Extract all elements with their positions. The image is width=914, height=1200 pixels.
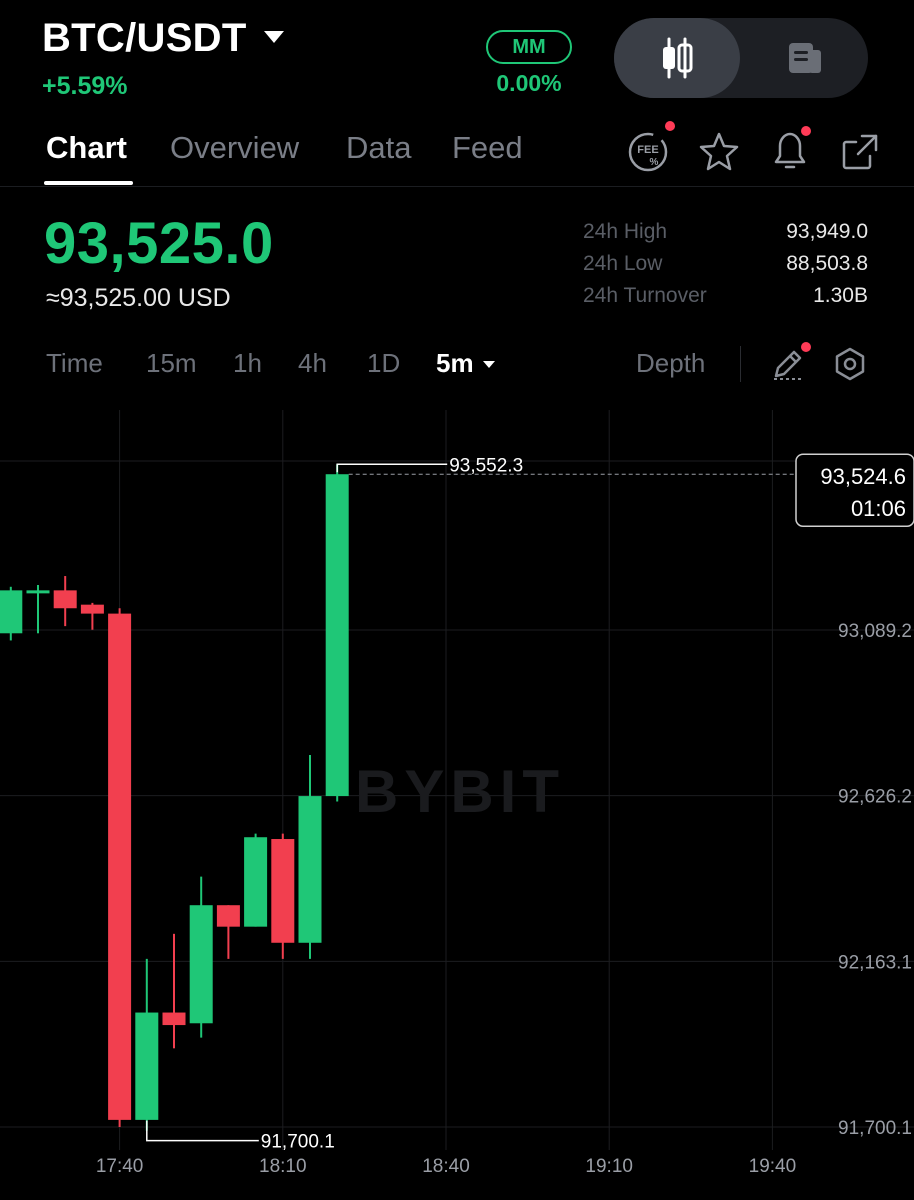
candlestick-chart[interactable]: BYBIT 91,700.1 92,163.1 92,626.2 93,089.2 1…: [0, 410, 914, 1200]
candle: [298, 754, 322, 959]
pencil-icon: [774, 350, 802, 380]
candle-body: [216, 905, 240, 927]
fee-icon-percent: %: [650, 157, 659, 168]
candle: [53, 576, 77, 627]
candle-body: [298, 796, 322, 943]
candle-body: [0, 590, 23, 634]
share-button[interactable]: [838, 130, 882, 174]
draw-button[interactable]: [770, 346, 806, 382]
mm-value: 0.00%: [496, 70, 562, 96]
timeframe-5m[interactable]: 5m: [436, 348, 474, 379]
fee-icon-text: FEE: [637, 144, 658, 156]
stat-value-high: 93,949.0: [786, 220, 868, 243]
low-marker-line: [146, 1120, 259, 1142]
active-tab-indicator: [44, 181, 133, 185]
candle: [108, 608, 132, 1127]
candle-body: [325, 474, 349, 797]
share-icon: [842, 134, 878, 170]
candle-body: [80, 604, 104, 614]
price-change-percent: +5.59%: [42, 72, 128, 100]
last-price-usd: ≈93,525.00 USD: [46, 284, 231, 312]
timeframe-time[interactable]: Time: [46, 348, 103, 379]
timeframe-1d[interactable]: 1D: [367, 348, 400, 379]
y-tick-label: 92,626.2: [838, 787, 912, 808]
candle: [216, 905, 240, 959]
stat-label-low: 24h Low: [583, 252, 663, 275]
y-tick-label: 92,163.1: [838, 952, 912, 973]
x-tick-label: 19:40: [749, 1156, 797, 1177]
low-marker-label: 91,700.1: [261, 1132, 335, 1153]
tab-overview[interactable]: Overview: [170, 130, 299, 166]
last-price: 93,525.0: [44, 211, 274, 276]
tab-chart[interactable]: Chart: [46, 130, 127, 166]
candle: [244, 833, 268, 927]
high-marker-label: 93,552.3: [449, 455, 523, 476]
toolbar-separator: [740, 346, 741, 382]
y-axis: 91,700.1 92,163.1 92,626.2 93,089.2: [838, 621, 912, 1139]
draw-notification-dot: [801, 342, 811, 352]
candle: [189, 876, 213, 1038]
star-icon: [699, 132, 739, 171]
x-tick-label: 18:10: [259, 1156, 307, 1177]
view-toggle-chart[interactable]: [614, 18, 740, 98]
candle-body: [26, 590, 50, 594]
candle-body: [271, 839, 295, 943]
mm-badge[interactable]: MM: [486, 30, 572, 64]
x-tick-label: 18:40: [422, 1156, 470, 1177]
candle-body: [244, 837, 268, 927]
tab-divider: [0, 186, 914, 187]
settings-hexagon-icon: [835, 347, 865, 381]
candle: [26, 584, 50, 634]
x-tick-label: 17:40: [96, 1156, 144, 1177]
candle: [162, 933, 186, 1049]
favorite-button[interactable]: [697, 130, 741, 174]
candle-body: [108, 613, 132, 1120]
stat-label-turnover: 24h Turnover: [583, 284, 707, 307]
candle: [0, 586, 23, 641]
candles: [0, 464, 349, 1131]
fee-button[interactable]: FEE %: [626, 130, 670, 174]
y-tick-label: 93,089.2: [838, 621, 912, 642]
depth-button[interactable]: Depth: [636, 348, 705, 379]
x-tick-label: 19:10: [585, 1156, 633, 1177]
candle: [325, 464, 349, 802]
candle: [80, 602, 104, 630]
candlestick-icon: [663, 37, 693, 79]
candle-countdown: 01:06: [851, 496, 906, 521]
timeframe-1h[interactable]: 1h: [233, 348, 262, 379]
alert-notification-dot: [801, 126, 811, 136]
chart-settings-button[interactable]: [832, 346, 868, 382]
stat-value-turnover: 1.30B: [813, 284, 868, 307]
candle: [271, 833, 295, 959]
timeframe-15m[interactable]: 15m: [146, 348, 197, 379]
y-tick-label: 91,700.1: [838, 1118, 912, 1139]
pair-dropdown-caret-icon[interactable]: [264, 31, 284, 43]
high-marker-line: [336, 463, 448, 473]
candle: [135, 958, 159, 1131]
view-toggle-info[interactable]: [742, 18, 868, 98]
candle-body: [189, 905, 213, 1024]
candle-body: [53, 590, 77, 609]
news-icon: [789, 43, 821, 73]
tab-data[interactable]: Data: [346, 130, 411, 166]
timeframe-dropdown-caret-icon[interactable]: [483, 361, 495, 368]
candle-body: [162, 1012, 186, 1026]
trading-pair-title[interactable]: BTC/USDT: [42, 16, 247, 61]
watermark: BYBIT: [355, 758, 565, 825]
candle-body: [135, 1012, 159, 1120]
last-price-box-value: 93,524.6: [820, 464, 906, 489]
x-axis: 17:40 18:10 18:40 19:10 19:40: [96, 1156, 796, 1177]
fee-notification-dot: [665, 121, 675, 131]
stat-label-high: 24h High: [583, 220, 668, 243]
stat-value-low: 88,503.8: [786, 252, 868, 275]
tab-feed[interactable]: Feed: [452, 130, 523, 166]
fee-icon: FEE %: [628, 132, 668, 172]
timeframe-4h[interactable]: 4h: [298, 348, 327, 379]
